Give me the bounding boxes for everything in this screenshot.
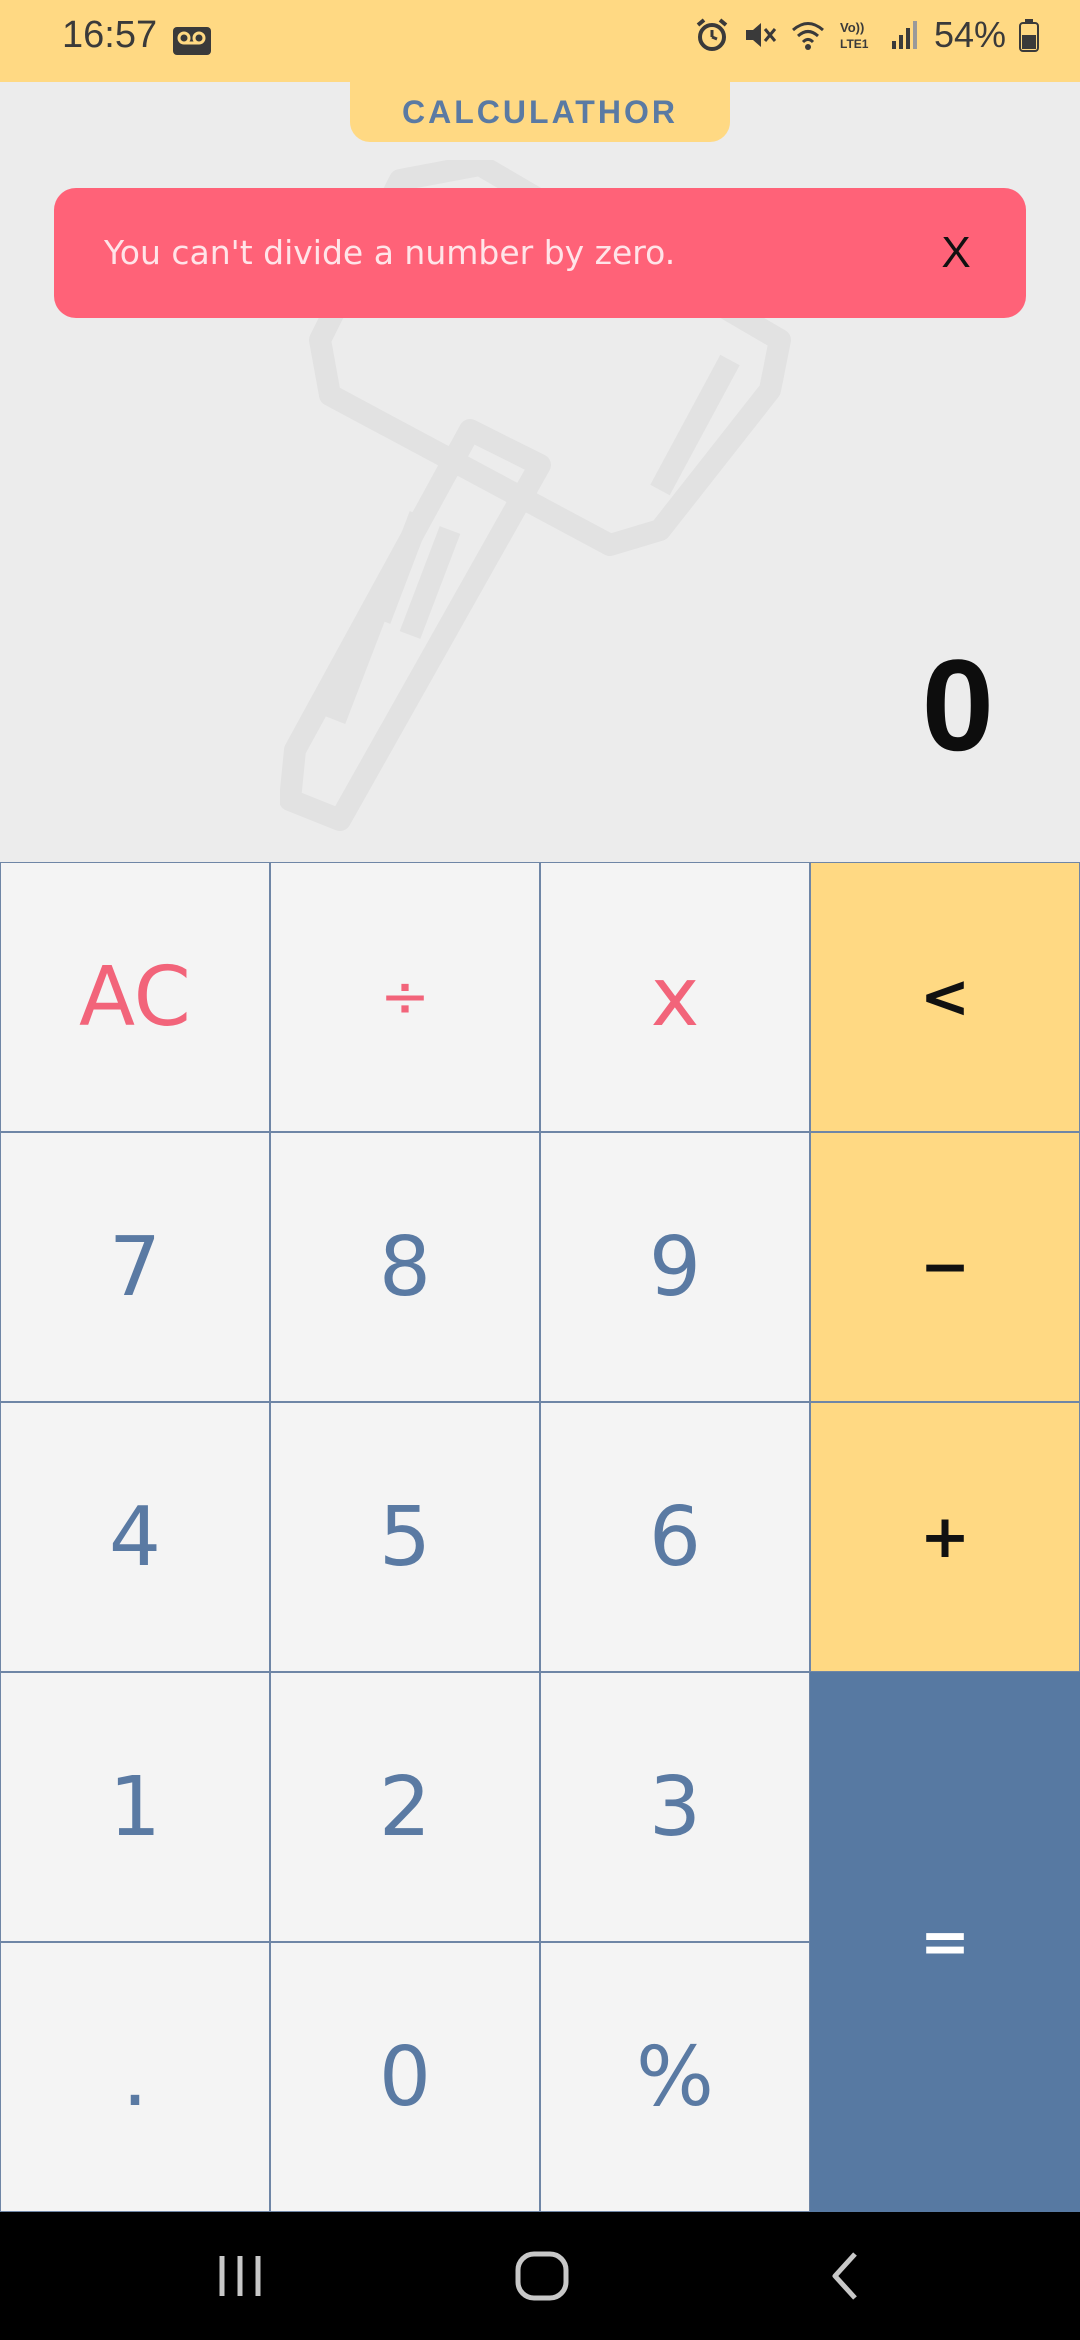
key-6[interactable]: 6 — [540, 1402, 810, 1672]
multiply-button[interactable]: x — [540, 862, 810, 1132]
decimal-button[interactable]: . — [0, 1942, 270, 2212]
app-title-tab: CALCULATHOR — [350, 82, 730, 142]
alert-close-button[interactable]: X — [926, 188, 986, 318]
key-4[interactable]: 4 — [0, 1402, 270, 1672]
volte-icon: Vo)) LTE1 — [840, 20, 869, 51]
back-icon[interactable] — [805, 2236, 885, 2316]
percent-button[interactable]: % — [540, 1942, 810, 2212]
app-title: CALCULATHOR — [402, 93, 678, 130]
status-icons: Vo)) LTE1 54% — [694, 14, 1040, 56]
key-1[interactable]: 1 — [0, 1672, 270, 1942]
home-icon[interactable] — [502, 2236, 582, 2316]
key-0[interactable]: 0 — [270, 1942, 540, 2212]
key-9[interactable]: 9 — [540, 1132, 810, 1402]
recent-apps-icon[interactable] — [200, 2236, 280, 2316]
svg-text:Vo)): Vo)) — [840, 20, 864, 35]
error-alert: You can't divide a number by zero. X — [54, 188, 1026, 318]
wifi-icon — [791, 22, 824, 50]
backspace-button[interactable]: < — [810, 862, 1080, 1132]
minus-button[interactable]: − — [810, 1132, 1080, 1402]
alert-message: You can't divide a number by zero. — [104, 233, 676, 272]
equals-button[interactable]: = — [810, 1672, 1080, 2212]
clear-button[interactable]: AC — [0, 862, 270, 1132]
alarm-icon — [696, 18, 728, 51]
mute-icon — [745, 23, 777, 47]
status-bar: 16:57 Vo)) LTE1 54% — [0, 0, 1080, 82]
battery-icon — [1019, 19, 1039, 52]
key-8[interactable]: 8 — [270, 1132, 540, 1402]
key-7[interactable]: 7 — [0, 1132, 270, 1402]
keypad: AC ÷ x < 7 8 9 − 4 5 6 + 1 2 3 = . 0 % — [0, 862, 1080, 2212]
plus-button[interactable]: + — [810, 1402, 1080, 1672]
navigation-bar — [0, 2212, 1080, 2340]
key-3[interactable]: 3 — [540, 1672, 810, 1942]
signal-icon — [891, 21, 917, 49]
key-5[interactable]: 5 — [270, 1402, 540, 1672]
status-time: 16:57 — [62, 14, 158, 56]
voicemail-icon — [173, 27, 211, 55]
battery-percent: 54% — [933, 14, 1006, 55]
divide-button[interactable]: ÷ — [270, 862, 540, 1132]
result-display: 0 — [921, 632, 994, 778]
svg-text:LTE1: LTE1 — [840, 37, 869, 51]
key-2[interactable]: 2 — [270, 1672, 540, 1942]
